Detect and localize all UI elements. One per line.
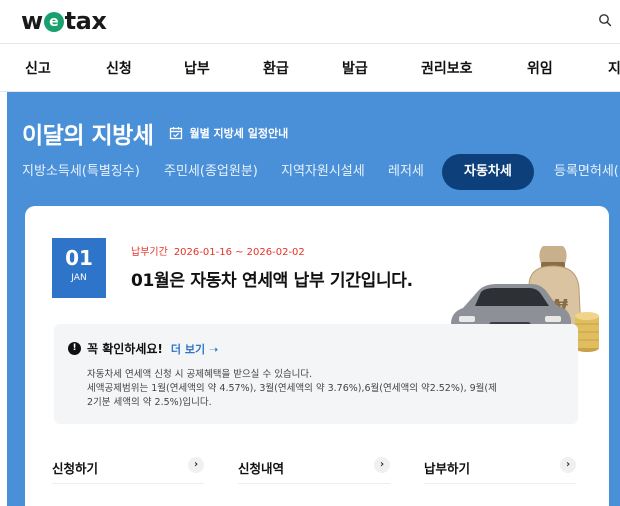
tab-automobile-tax[interactable]: 자동차세 (442, 154, 534, 190)
apply-action[interactable]: 신청하기 › (52, 454, 204, 484)
nav-item-more[interactable]: 지 (608, 58, 620, 78)
chevron-right-icon: › (188, 457, 204, 473)
tax-info-card: 01 JAN 납부기간 2026-01-16 ~ 2026-02-02 01월은 … (25, 206, 609, 506)
arrow-right-icon: ➝ (208, 342, 219, 356)
notice-header: ! 꼭 확인하세요! 더 보기 ➝ (68, 340, 218, 357)
wetax-logo[interactable]: w e tax (21, 6, 107, 36)
notice-line-1: 자동차세 연세액 신청 시 공제혜택을 받으실 수 있습니다. (87, 369, 313, 380)
nav-item-payment[interactable]: 납부 (184, 58, 210, 78)
see-more-link[interactable]: 더 보기 ➝ (171, 341, 218, 357)
nav-item-report[interactable]: 신고 (25, 58, 51, 78)
nav-item-rights[interactable]: 권리보호 (421, 58, 473, 78)
tab-resident-tax[interactable]: 주민세(종업원분) (164, 154, 258, 190)
tab-local-income-tax[interactable]: 지방소득세(특별징수) (22, 154, 140, 190)
logo-letters-tax: tax (64, 7, 107, 35)
logo-letter-e: e (43, 12, 64, 32)
month-badge-day: 01 (65, 246, 93, 270)
notice-box: ! 꼭 확인하세요! 더 보기 ➝ 자동차세 연세액 신청 시 공제혜택을 받으… (54, 324, 578, 424)
month-badge: 01 JAN (52, 238, 106, 298)
page-title: 이달의 지방세 (22, 123, 154, 149)
payment-period-value: 2026-01-16 ~ 2026-02-02 (173, 247, 305, 258)
pay-action[interactable]: 납부하기 › (424, 454, 576, 484)
application-history-action[interactable]: 신청내역 › (238, 454, 390, 484)
notice-title: 꼭 확인하세요! (87, 342, 163, 356)
application-history-label: 신청내역 (238, 461, 285, 476)
nav-item-delegate[interactable]: 위임 (527, 58, 553, 78)
logo-letter-w: w (21, 7, 43, 35)
main-nav: 신고 신청 납부 환급 발급 권리보호 위임 지 (0, 44, 620, 92)
tab-leisure-tax[interactable]: 레저세 (388, 154, 424, 190)
see-more-label: 더 보기 (170, 342, 206, 356)
tab-regional-resource-tax[interactable]: 지역자원시설세 (281, 154, 365, 190)
pay-action-label: 납부하기 (424, 461, 471, 476)
notice-line-3: 2기분 세액의 약 2.5%)입니다. (87, 397, 212, 408)
calendar-icon (170, 127, 183, 140)
month-badge-month: JAN (71, 273, 87, 283)
schedule-link[interactable]: 월별 지방세 일정안내 (169, 125, 288, 141)
chevron-right-icon: › (560, 457, 576, 473)
tax-tabs: 지방소득세(특별징수) 주민세(종업원분) 지역자원시설세 레저세 자동차세 등… (7, 154, 620, 190)
nav-item-refund[interactable]: 환급 (263, 58, 289, 78)
notice-line-2: 세액공제범위는 1월(연세액의 약 4.57%), 3월(연세액의 약 3.76… (87, 383, 497, 394)
chevron-right-icon: › (374, 457, 390, 473)
card-headline: 01월은 자동차 연세액 납부 기간입니다. (131, 271, 413, 291)
schedule-link-label: 월별 지방세 일정안내 (189, 127, 289, 140)
card-actions: 신청하기 › 신청내역 › 납부하기 › (52, 454, 582, 484)
section-title-row: 이달의 지방세 월별 지방세 일정안내 (22, 116, 288, 150)
tab-registration-license-tax[interactable]: 등록면허세( (554, 154, 619, 190)
payment-period: 납부기간 2026-01-16 ~ 2026-02-02 (131, 243, 311, 258)
site-header: w e tax (0, 0, 620, 44)
notice-body: 자동차세 연세액 신청 시 공제혜택을 받으실 수 있습니다. 세액공제범위는 … (87, 368, 557, 410)
nav-item-apply[interactable]: 신청 (106, 58, 132, 78)
search-icon[interactable] (598, 13, 612, 27)
nav-item-issue[interactable]: 발급 (342, 58, 368, 78)
payment-period-label: 납부기간 (131, 247, 168, 258)
alert-icon: ! (68, 342, 81, 355)
apply-action-label: 신청하기 (52, 461, 99, 476)
